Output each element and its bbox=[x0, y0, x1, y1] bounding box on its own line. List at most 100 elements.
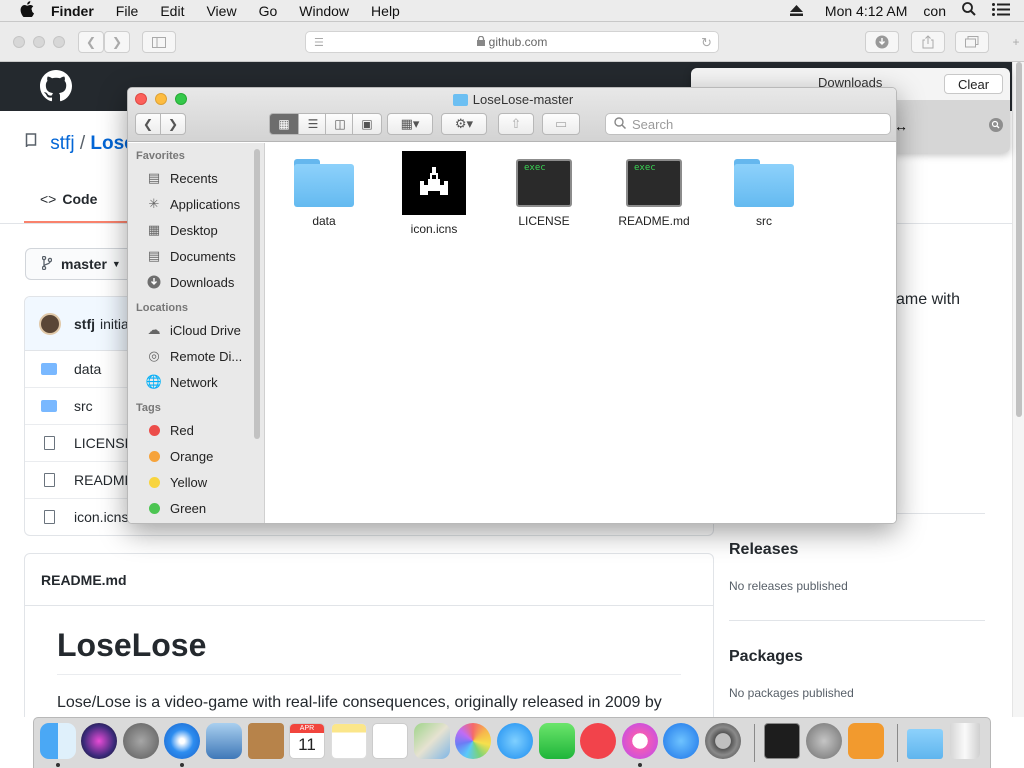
file-item-readme[interactable]: exec README.md bbox=[604, 151, 704, 228]
sidebar-tag-red[interactable]: Red bbox=[128, 417, 264, 443]
github-logo-icon[interactable] bbox=[40, 70, 72, 105]
file-item-license[interactable]: exec LICENSE bbox=[494, 151, 594, 228]
file-name[interactable]: README bbox=[74, 472, 134, 488]
icon-view-button[interactable]: ▦ bbox=[269, 113, 299, 135]
photos-icon[interactable] bbox=[455, 723, 491, 759]
finder-icon[interactable] bbox=[40, 723, 76, 759]
finder-title-text: LoseLose-master bbox=[472, 92, 574, 107]
maps-icon[interactable] bbox=[414, 723, 450, 759]
branch-selector[interactable]: master ▼ bbox=[25, 248, 137, 280]
tab-code[interactable]: <> Code bbox=[24, 177, 128, 223]
mail-icon[interactable] bbox=[206, 723, 242, 759]
gallery-view-button[interactable]: ▣ bbox=[352, 113, 382, 135]
calendar-icon[interactable]: APR 11 bbox=[289, 723, 325, 759]
reader-icon[interactable]: ☰ bbox=[314, 36, 324, 49]
releases-title[interactable]: Releases bbox=[729, 541, 798, 559]
sidebar-item-desktop[interactable]: ▦ Desktop bbox=[128, 217, 264, 243]
show-tabs-icon[interactable] bbox=[955, 31, 989, 53]
file-name[interactable]: icon.icns bbox=[74, 509, 128, 525]
safari-icon[interactable] bbox=[164, 723, 200, 759]
file-icon bbox=[41, 436, 57, 450]
file-name[interactable]: LICENSE bbox=[74, 435, 134, 451]
apple-menu-icon[interactable] bbox=[0, 1, 40, 20]
sidebar-item-icloud-drive[interactable]: ☁ iCloud Drive bbox=[128, 317, 264, 343]
list-view-button[interactable]: ☰ bbox=[298, 113, 328, 135]
file-name[interactable]: data bbox=[74, 361, 101, 377]
menu-go[interactable]: Go bbox=[248, 3, 289, 19]
contacts-icon[interactable] bbox=[248, 723, 284, 759]
menubar-user[interactable]: con bbox=[915, 3, 954, 19]
sidebar-item-recents[interactable]: ▤ Recents bbox=[128, 165, 264, 191]
address-bar[interactable]: ☰ github.com ↻ bbox=[305, 31, 719, 53]
spotlight-search-icon[interactable] bbox=[954, 2, 984, 19]
sidebar-item-remote-disc[interactable]: ◎ Remote Di... bbox=[128, 343, 264, 369]
repo-owner-link[interactable]: stfj bbox=[50, 133, 74, 154]
menu-file[interactable]: File bbox=[105, 3, 150, 19]
safari-back-button[interactable]: ❮ bbox=[78, 31, 104, 53]
home-icon[interactable] bbox=[848, 723, 884, 759]
safari-close-button[interactable] bbox=[13, 36, 25, 48]
packages-title[interactable]: Packages bbox=[729, 648, 803, 666]
commit-author[interactable]: stfj bbox=[74, 316, 95, 332]
url-text: github.com bbox=[488, 35, 548, 49]
avatar[interactable] bbox=[39, 312, 61, 335]
sidebar-tag-green[interactable]: Green bbox=[128, 495, 264, 521]
safari-zoom-button[interactable] bbox=[53, 36, 65, 48]
page-scroll-thumb[interactable] bbox=[1016, 62, 1022, 417]
menu-edit[interactable]: Edit bbox=[149, 3, 195, 19]
sidebar-item-network[interactable]: 🌐 Network bbox=[128, 369, 264, 395]
downloads-folder-icon[interactable] bbox=[907, 729, 943, 759]
eject-icon[interactable] bbox=[782, 3, 811, 19]
file-item-data[interactable]: data bbox=[274, 151, 374, 228]
notes-icon[interactable] bbox=[331, 723, 367, 759]
show-in-finder-icon[interactable] bbox=[989, 118, 1003, 135]
readme-header[interactable]: README.md bbox=[25, 554, 713, 606]
finder-search-field[interactable]: Search bbox=[605, 113, 891, 135]
siri-icon[interactable] bbox=[81, 723, 117, 759]
action-gear-icon[interactable]: ⚙▾ bbox=[441, 113, 487, 135]
sidebar-toggle-icon[interactable] bbox=[142, 31, 176, 53]
column-view-button[interactable]: ◫ bbox=[325, 113, 355, 135]
readme-title: LoseLose bbox=[57, 627, 681, 675]
menu-window[interactable]: Window bbox=[288, 3, 360, 19]
sidebar-item-applications[interactable]: ✳ Applications bbox=[128, 191, 264, 217]
share-icon[interactable] bbox=[911, 31, 945, 53]
file-item-src[interactable]: src bbox=[714, 151, 814, 228]
notification-center-icon[interactable] bbox=[984, 2, 1024, 19]
page-scrollbar[interactable] bbox=[1012, 62, 1024, 717]
facetime-icon[interactable] bbox=[539, 723, 575, 759]
reload-icon[interactable]: ↻ bbox=[701, 35, 712, 51]
sidebar-item-documents[interactable]: ▤ Documents bbox=[128, 243, 264, 269]
commit-message[interactable]: initia bbox=[100, 316, 129, 332]
finder-forward-button[interactable]: ❯ bbox=[160, 113, 186, 135]
sidebar-tag-yellow[interactable]: Yellow bbox=[128, 469, 264, 495]
messages-icon[interactable] bbox=[497, 723, 533, 759]
menu-view[interactable]: View bbox=[195, 3, 247, 19]
news-icon[interactable] bbox=[580, 723, 616, 759]
menu-help[interactable]: Help bbox=[360, 3, 411, 19]
system-preferences-icon[interactable] bbox=[705, 723, 741, 759]
app-store-icon[interactable] bbox=[663, 723, 699, 759]
share-icon[interactable]: ⇧ bbox=[498, 113, 534, 135]
menubar-clock[interactable]: Mon 4:12 AM bbox=[811, 3, 916, 19]
file-item-icon-icns[interactable]: icon.icns bbox=[384, 151, 484, 236]
automator-icon[interactable] bbox=[806, 723, 842, 759]
downloads-button[interactable] bbox=[865, 31, 899, 53]
group-by-button[interactable]: ▦▾ bbox=[387, 113, 433, 135]
file-name[interactable]: src bbox=[74, 398, 93, 414]
edit-tags-icon[interactable]: ▭ bbox=[542, 113, 580, 135]
new-tab-icon[interactable]: + bbox=[1003, 31, 1024, 53]
app-menu-finder[interactable]: Finder bbox=[40, 3, 105, 19]
sidebar-item-downloads[interactable]: Downloads bbox=[128, 269, 264, 295]
reminders-icon[interactable] bbox=[372, 723, 408, 759]
trash-icon[interactable] bbox=[950, 723, 980, 759]
clear-downloads-button[interactable]: Clear bbox=[944, 74, 1003, 94]
activity-monitor-icon[interactable] bbox=[764, 723, 800, 759]
finder-back-button[interactable]: ❮ bbox=[135, 113, 161, 135]
safari-forward-button[interactable]: ❯ bbox=[104, 31, 130, 53]
sidebar-tag-orange[interactable]: Orange bbox=[128, 443, 264, 469]
sidebar-scrollbar[interactable] bbox=[254, 149, 260, 439]
itunes-icon[interactable] bbox=[622, 723, 658, 759]
launchpad-icon[interactable] bbox=[123, 723, 159, 759]
safari-minimize-button[interactable] bbox=[33, 36, 45, 48]
